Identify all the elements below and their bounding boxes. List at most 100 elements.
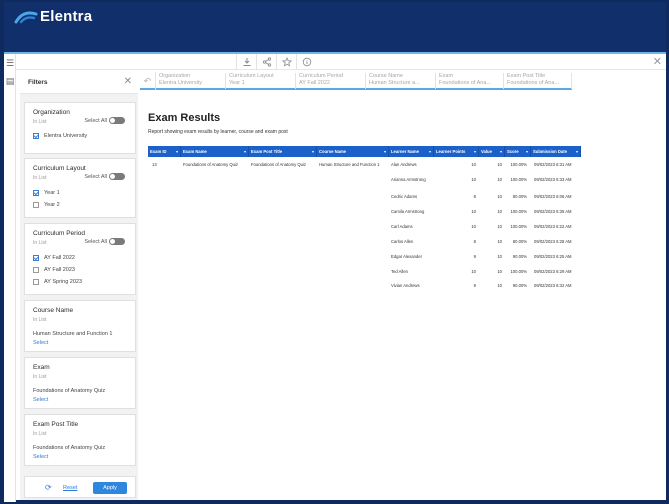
cell-value: 10 xyxy=(497,177,502,182)
cell-score: 100.00% xyxy=(510,209,527,214)
filter-card-course-name: Course Name In List Human Structure and … xyxy=(24,300,136,352)
checkbox-checked-icon[interactable] xyxy=(33,133,39,139)
report-toolbar: ✕ xyxy=(16,54,666,70)
download-icon xyxy=(243,58,250,66)
sort-icon: ▾ xyxy=(311,149,314,154)
cell-score: 80.00% xyxy=(512,239,527,244)
column-header-value[interactable]: Value ▾ xyxy=(479,146,505,157)
select-link[interactable]: Select xyxy=(33,340,48,346)
select-all-toggle[interactable] xyxy=(109,117,125,124)
breadcrumb-exam[interactable]: Exam Foundations of Ana... xyxy=(436,73,504,89)
filter-card-curriculum-period: Curriculum Period In List Select All AY … xyxy=(24,223,136,295)
checkbox-checked-icon[interactable] xyxy=(33,190,39,196)
elentra-logo-icon xyxy=(14,11,38,24)
filter-card-exam: Exam In List Foundations of Anatomy Quiz… xyxy=(24,357,136,409)
breadcrumb-key: Curriculum Period xyxy=(299,73,344,79)
checkbox-unchecked-icon[interactable] xyxy=(33,279,39,285)
sort-icon: ▾ xyxy=(499,149,502,154)
filter-card-exam-post-title: Exam Post Title In List Foundations of A… xyxy=(24,414,136,466)
filter-card-curriculum-layout: Curriculum Layout In List Select All Yea… xyxy=(24,158,136,218)
column-header-score[interactable]: Score ▾ xyxy=(505,146,531,157)
cell-submission-date: 09/02/2023 6:22 AM xyxy=(534,224,572,229)
brand-logo[interactable]: Elentra xyxy=(14,6,92,26)
column-header-exam-name[interactable]: Exam Name ▾ xyxy=(181,146,249,157)
cell-learner-points: 10 xyxy=(471,177,476,182)
filter-card-organization: Organization In List Select All Elentra … xyxy=(24,102,136,154)
column-header-course-name[interactable]: Course Name ▾ xyxy=(317,146,389,157)
share-button[interactable] xyxy=(256,54,276,70)
cell-learner-name: Carl Adams xyxy=(391,224,413,229)
breadcrumb-value: Human Structure a... xyxy=(369,80,420,86)
breadcrumb-curriculum-period[interactable]: Curriculum Period AY Fall 2022 xyxy=(296,73,366,89)
breadcrumb-key: Course Name xyxy=(369,73,403,79)
apply-button[interactable]: Apply xyxy=(93,482,127,494)
hamburger-menu-icon[interactable]: ☰ xyxy=(5,58,15,68)
option-ay-fall-2022[interactable]: AY Fall 2022 xyxy=(33,255,75,261)
sort-icon: ▾ xyxy=(383,149,386,154)
cell-value: 10 xyxy=(497,254,502,259)
top-header: Elentra xyxy=(4,2,666,52)
column-header-exam-post-title[interactable]: Exam Post Title ▾ xyxy=(249,146,317,157)
column-header-submission-date[interactable]: Submission Date ▾ xyxy=(531,146,581,157)
option-label: Year 1 xyxy=(44,190,60,196)
select-all-toggle[interactable] xyxy=(109,173,125,180)
column-header-exam-id[interactable]: Exam ID ▾ xyxy=(148,146,181,157)
option-elentra-university[interactable]: Elentra University xyxy=(33,133,87,139)
cell-value: 10 xyxy=(497,269,502,274)
cell-submission-date: 09/02/2023 6:25 AM xyxy=(534,254,572,259)
cell-value: 10 xyxy=(497,194,502,199)
download-button[interactable] xyxy=(236,54,256,70)
undo-icon[interactable]: ↶ xyxy=(140,72,156,90)
close-report-icon[interactable]: ✕ xyxy=(653,56,662,68)
checkbox-checked-icon[interactable] xyxy=(33,255,39,261)
select-all-toggle[interactable] xyxy=(109,238,125,245)
cell-learner-name: Arianna Armstrong xyxy=(391,177,426,182)
cell-score: 80.00% xyxy=(512,194,527,199)
filters-footer: ⟳ Reset Apply xyxy=(24,476,136,498)
breadcrumb-course-name[interactable]: Course Name Human Structure a... xyxy=(366,73,436,89)
table-header: Exam ID ▾ Exam Name ▾ Exam Post Title ▾ Cou… xyxy=(148,146,581,157)
column-header-learner-points[interactable]: Learner Points ▾ xyxy=(434,146,479,157)
breadcrumb-curriculum-layout[interactable]: Curriculum Layout Year 1 xyxy=(226,73,296,89)
cell-learner-name: Ted Allen xyxy=(391,269,408,274)
option-label: AY Spring 2023 xyxy=(44,279,83,285)
breadcrumb-organization[interactable]: Organization Elentra University xyxy=(156,73,226,89)
select-link[interactable]: Select xyxy=(33,454,48,460)
column-header-learner-name[interactable]: Learner Name ▾ xyxy=(389,146,434,157)
option-ay-spring-2023[interactable]: AY Spring 2023 xyxy=(33,279,82,285)
brand-name: Elentra xyxy=(40,7,93,25)
option-year-1[interactable]: Year 1 xyxy=(33,190,60,196)
reset-link[interactable]: Reset xyxy=(63,485,77,491)
cell-learner-name: Carlos Allen xyxy=(391,239,414,244)
info-button[interactable] xyxy=(296,54,316,70)
filter-panel-icon[interactable]: ▤ xyxy=(5,76,15,86)
reset-icon[interactable]: ⟳ xyxy=(45,484,52,492)
star-icon xyxy=(281,57,292,67)
breadcrumb-exam-post-title[interactable]: Exam Post Title Foundations of Ana... xyxy=(504,73,572,89)
option-label: Elentra University xyxy=(44,133,88,139)
cell-exam-post-title: Foundations of Anatomy Quiz xyxy=(251,162,306,167)
breadcrumb-key: Exam Post Title xyxy=(507,73,546,79)
cell-score: 100.00% xyxy=(510,177,527,182)
filter-card-title: Exam xyxy=(33,364,50,371)
cell-value: 10 xyxy=(497,209,502,214)
cell-value: 10 xyxy=(497,224,502,229)
filter-card-operator: In List xyxy=(33,374,47,380)
checkbox-unchecked-icon[interactable] xyxy=(33,267,39,273)
option-year-2[interactable]: Year 2 xyxy=(33,202,60,208)
favorite-button[interactable] xyxy=(276,54,296,70)
select-all-label: Select All xyxy=(84,174,107,180)
share-icon xyxy=(262,57,271,67)
option-ay-fall-2023[interactable]: AY Fall 2023 xyxy=(33,267,75,273)
close-filters-icon[interactable]: ✕ xyxy=(124,76,132,87)
option-label: Year 2 xyxy=(44,202,60,208)
app-frame: Elentra ☰ ▤ ✕ Filters ✕ Organization In … xyxy=(0,0,669,504)
sort-icon: ▾ xyxy=(175,149,178,154)
select-link[interactable]: Select xyxy=(33,397,48,403)
filters-panel: Filters ✕ Organization In List Select Al… xyxy=(20,72,138,500)
checkbox-unchecked-icon[interactable] xyxy=(33,202,39,208)
filter-card-title: Exam Post Title xyxy=(33,421,79,428)
filter-card-title: Organization xyxy=(33,109,70,116)
cell-value: 10 xyxy=(497,162,502,167)
breadcrumb-key: Exam xyxy=(439,73,454,79)
